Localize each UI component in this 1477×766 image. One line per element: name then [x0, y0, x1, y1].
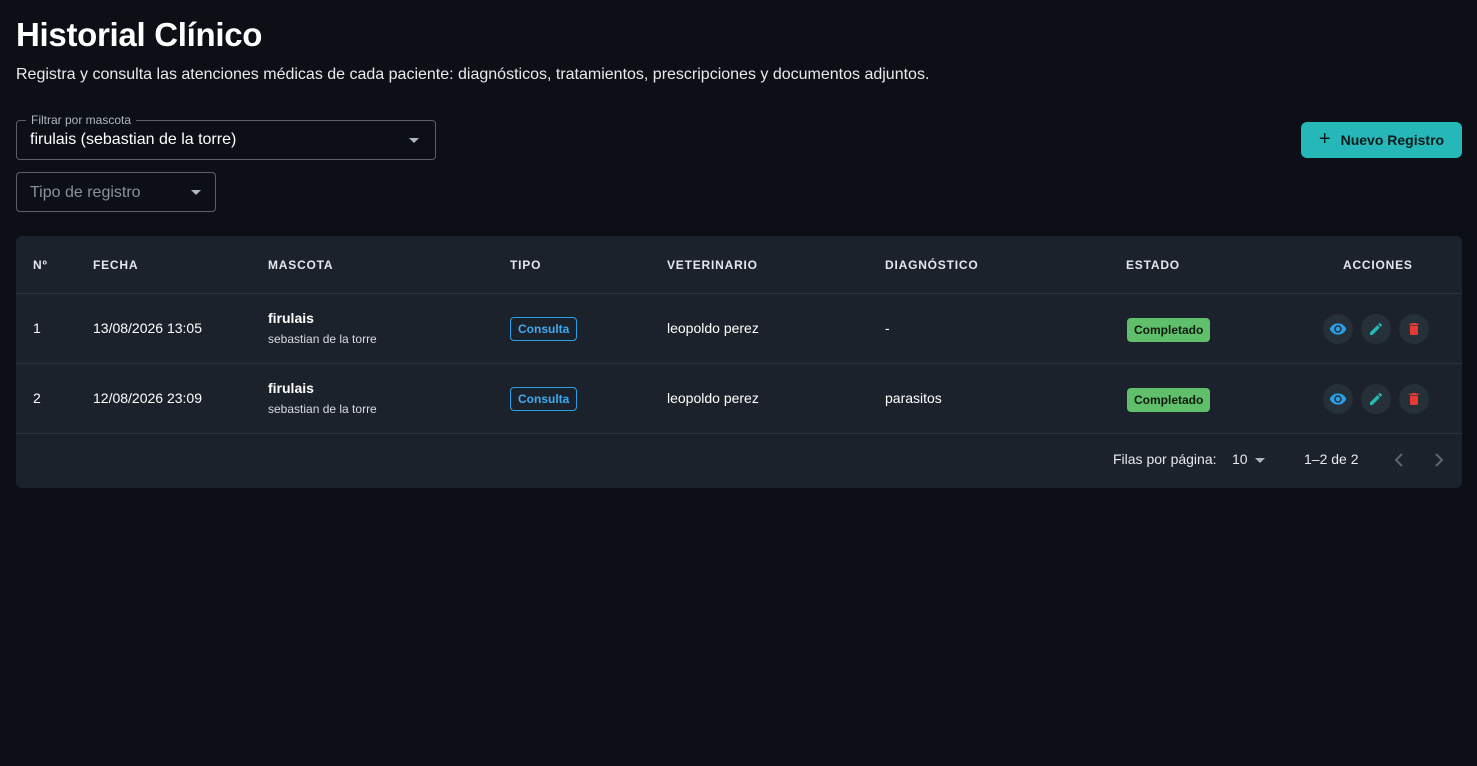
record-type-placeholder: Tipo de registro: [30, 184, 141, 201]
row-pet-owner: sebastian de la torre: [268, 332, 377, 346]
rows-per-page-label: Filas por página:: [1113, 451, 1217, 467]
type-chip: Consulta: [510, 317, 578, 341]
trash-icon: [1409, 393, 1419, 405]
next-page-button[interactable]: [1432, 451, 1446, 474]
row-pet-owner: sebastian de la torre: [268, 402, 377, 416]
records-table: Nº FECHA MASCOTA TIPO VETERINARIO DIAGNÓ…: [16, 236, 1462, 488]
col-actions: ACCIONES: [1343, 258, 1413, 272]
page-subtitle: Registra y consulta las atenciones médic…: [16, 66, 930, 83]
col-vet: VETERINARIO: [667, 258, 758, 272]
table-row: 2 12/08/2026 23:09 firulais sebastian de…: [16, 364, 1462, 434]
row-vet: leopoldo perez: [667, 320, 759, 336]
status-badge: Completado: [1127, 318, 1211, 342]
table-pagination: Filas por página: 10 1–2 de 2: [16, 434, 1462, 488]
new-record-button[interactable]: + Nuevo Registro: [1301, 122, 1462, 158]
pet-filter-select[interactable]: Filtrar por mascota firulais (sebastian …: [16, 113, 436, 160]
view-button[interactable]: [1323, 384, 1353, 414]
eye-icon: [1329, 393, 1347, 405]
row-diagnosis: -: [885, 320, 890, 336]
chevron-down-icon: [191, 190, 201, 195]
row-pet-name: firulais: [268, 380, 314, 396]
pet-filter-label: Filtrar por mascota: [26, 113, 137, 127]
chevron-down-icon: [409, 138, 419, 143]
col-status: ESTADO: [1126, 258, 1180, 272]
clinical-history-page: Historial Clínico Registra y consulta la…: [0, 0, 1477, 766]
plus-icon: +: [1318, 128, 1331, 150]
record-type-select[interactable]: Tipo de registro: [16, 172, 216, 212]
type-chip: Consulta: [510, 387, 578, 411]
chevron-right-icon: [1435, 453, 1444, 467]
view-button[interactable]: [1323, 314, 1353, 344]
row-number: 2: [33, 390, 41, 406]
status-badge: Completado: [1127, 388, 1211, 412]
eye-icon: [1329, 323, 1347, 335]
row-vet: leopoldo perez: [667, 390, 759, 406]
row-diagnosis: parasitos: [885, 390, 942, 406]
chevron-left-icon: [1394, 453, 1403, 467]
col-date: FECHA: [93, 258, 139, 272]
pagination-range: 1–2 de 2: [1304, 451, 1359, 467]
edit-button[interactable]: [1361, 384, 1391, 414]
col-diagnosis: DIAGNÓSTICO: [885, 258, 979, 272]
col-pet: MASCOTA: [268, 258, 334, 272]
col-number: Nº: [33, 258, 48, 272]
trash-icon: [1409, 323, 1419, 335]
prev-page-button[interactable]: [1392, 451, 1406, 474]
delete-button[interactable]: [1399, 314, 1429, 344]
col-type: TIPO: [510, 258, 542, 272]
table-header: Nº FECHA MASCOTA TIPO VETERINARIO DIAGNÓ…: [16, 236, 1462, 294]
chevron-down-icon: [1255, 458, 1265, 463]
pet-filter-value: firulais (sebastian de la torre): [30, 131, 237, 148]
edit-button[interactable]: [1361, 314, 1391, 344]
pencil-icon: [1370, 392, 1382, 405]
pencil-icon: [1370, 322, 1382, 335]
row-pet-name: firulais: [268, 310, 314, 326]
table-row: 1 13/08/2026 13:05 firulais sebastian de…: [16, 294, 1462, 364]
row-number: 1: [33, 320, 41, 336]
row-date: 12/08/2026 23:09: [93, 390, 202, 406]
new-record-label: Nuevo Registro: [1340, 132, 1445, 148]
row-date: 13/08/2026 13:05: [93, 320, 202, 336]
page-title: Historial Clínico: [16, 16, 263, 53]
rows-per-page-select[interactable]: 10: [1232, 451, 1248, 467]
delete-button[interactable]: [1399, 384, 1429, 414]
